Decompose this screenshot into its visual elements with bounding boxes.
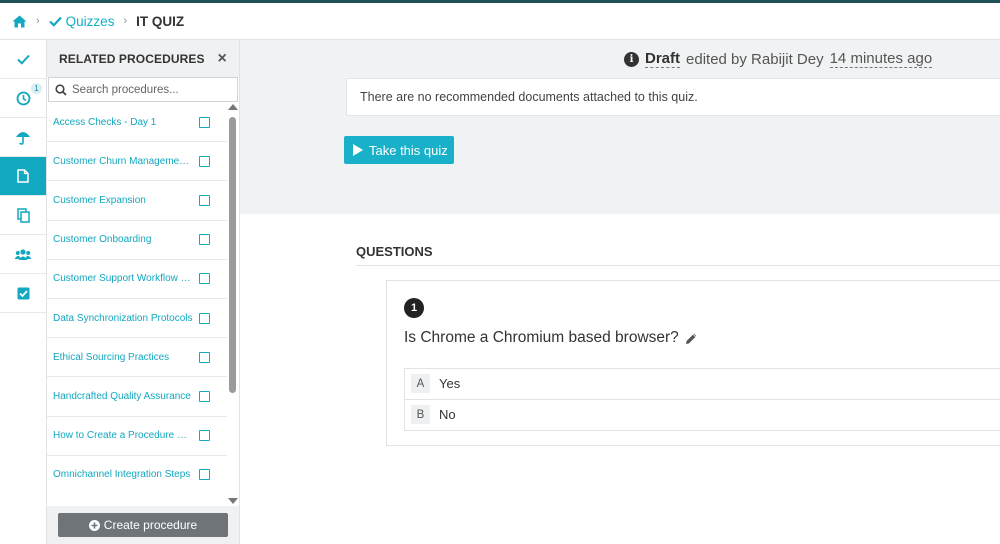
create-procedure-button[interactable]: Create procedure (58, 513, 228, 537)
procedure-checkbox[interactable] (199, 312, 210, 324)
check-icon (16, 54, 30, 65)
scroll-up-icon[interactable] (228, 104, 238, 110)
procedure-label: Data Synchronization Protocols (53, 312, 193, 324)
procedure-checkbox[interactable] (199, 155, 210, 167)
procedure-label: Omnichannel Integration Steps (53, 469, 191, 481)
rail-item-tasks[interactable] (0, 274, 46, 313)
list-item[interactable]: Customer Support Workflow for Escalation… (47, 260, 227, 299)
no-documents-message: There are no recommended documents attac… (346, 78, 1000, 116)
procedure-list: Access Checks - Day 1 Customer Churn Man… (47, 103, 227, 493)
umbrella-icon (16, 131, 30, 145)
history-badge: 1 (31, 83, 42, 94)
clock-icon (16, 91, 30, 105)
draft-status: i Draft edited by Rabijit Dey 14 minutes… (240, 40, 1000, 78)
procedure-label: Customer Onboarding (53, 234, 152, 246)
rail-item-check[interactable] (0, 40, 46, 79)
breadcrumb-separator-icon: › (123, 15, 128, 27)
close-icon[interactable]: × (218, 50, 227, 68)
plus-circle-icon (88, 519, 100, 531)
main-content: i Draft edited by Rabijit Dey 14 minutes… (240, 40, 1000, 544)
document-icon (17, 169, 29, 183)
take-quiz-label: Take this quiz (369, 142, 448, 158)
list-item[interactable]: How to Create a Procedure Using Template… (47, 417, 227, 456)
check-icon (48, 16, 62, 27)
breadcrumb-separator-icon: › (36, 15, 40, 27)
search-icon (55, 83, 67, 96)
create-procedure-label: Create procedure (103, 518, 198, 532)
breadcrumb-quizzes-label: Quizzes (65, 13, 115, 29)
home-icon[interactable] (12, 15, 27, 28)
question-number: 1 (404, 298, 424, 318)
procedure-checkbox[interactable] (199, 194, 210, 206)
procedure-checkbox[interactable] (199, 390, 210, 402)
breadcrumb: › Quizzes › IT QUIZ (0, 3, 1000, 40)
procedure-label: Access Checks - Day 1 (53, 116, 157, 128)
question-text: Is Chrome a Chromium based browser? (404, 329, 679, 346)
procedure-checkbox[interactable] (199, 273, 210, 285)
option-text: No (439, 407, 456, 423)
answer-options: A Yes B No (404, 368, 1000, 431)
list-item[interactable]: Customer Onboarding (47, 221, 227, 260)
take-quiz-button[interactable]: Take this quiz (344, 136, 454, 164)
rail-item-umbrella[interactable] (0, 118, 46, 157)
edited-by-text: edited by Rabijit Dey (686, 50, 824, 68)
procedure-label: Customer Support Workflow for Escalation… (53, 273, 193, 285)
procedure-checkbox[interactable] (199, 430, 210, 442)
questions-title: QUESTIONS (356, 244, 433, 259)
procedure-label: Customer Expansion (53, 194, 146, 206)
panel-footer: Create procedure (47, 506, 239, 544)
answer-option[interactable]: A Yes (404, 368, 1000, 400)
procedure-checkbox[interactable] (199, 234, 210, 246)
rail-item-history[interactable]: 1 (0, 79, 46, 118)
search-input[interactable] (72, 83, 232, 96)
procedure-label: Ethical Sourcing Practices (53, 351, 170, 363)
copy-icon (16, 207, 30, 223)
option-text: Yes (439, 376, 461, 392)
option-letter: A (411, 374, 430, 394)
icon-rail: 1 (0, 40, 47, 544)
list-item[interactable]: Customer Churn Management Strategies (47, 142, 227, 182)
procedure-label: Customer Churn Management Strategies (53, 155, 193, 167)
panel-header: RELATED PROCEDURES × (47, 40, 239, 77)
question-text-row: Is Chrome a Chromium based browser? (404, 329, 698, 347)
breadcrumb-current: IT QUIZ (136, 13, 185, 29)
procedure-checkbox[interactable] (199, 469, 210, 481)
scroll-down-icon[interactable] (228, 498, 238, 504)
procedure-checkbox[interactable] (199, 116, 210, 128)
list-item[interactable]: Handcrafted Quality Assurance (47, 377, 227, 417)
answer-option[interactable]: B No (404, 399, 1000, 431)
procedure-label: Handcrafted Quality Assurance (53, 390, 191, 402)
list-item[interactable]: Access Checks - Day 1 (47, 103, 227, 143)
list-item[interactable]: Customer Expansion (47, 181, 227, 221)
breadcrumb-quizzes-link[interactable]: Quizzes (48, 13, 115, 29)
procedure-scrollbar[interactable] (227, 103, 239, 506)
scroll-thumb[interactable] (229, 117, 236, 393)
panel-title: RELATED PROCEDURES (59, 51, 205, 66)
rail-item-users[interactable] (0, 235, 46, 274)
related-procedures-panel: RELATED PROCEDURES × Access Checks - Day… (47, 40, 240, 544)
procedure-checkbox[interactable] (199, 351, 210, 363)
users-icon (14, 248, 32, 260)
procedure-label: How to Create a Procedure Using Template… (53, 430, 193, 442)
info-icon: i (624, 51, 639, 67)
rail-item-documents[interactable] (0, 157, 46, 196)
option-letter: B (411, 405, 430, 425)
question-card: 1 Is Chrome a Chromium based browser? A … (386, 280, 1000, 446)
questions-divider (356, 265, 1000, 266)
play-icon (353, 144, 363, 156)
list-item[interactable]: Omnichannel Integration Steps (47, 456, 227, 493)
pencil-icon[interactable] (685, 332, 698, 345)
list-item[interactable]: Data Synchronization Protocols (47, 299, 227, 339)
checkbox-icon (17, 287, 29, 299)
draft-label[interactable]: Draft (645, 50, 681, 68)
procedure-search (48, 77, 238, 102)
time-ago[interactable]: 14 minutes ago (829, 50, 933, 68)
list-item[interactable]: Ethical Sourcing Practices (47, 338, 227, 378)
rail-item-copy[interactable] (0, 196, 46, 235)
